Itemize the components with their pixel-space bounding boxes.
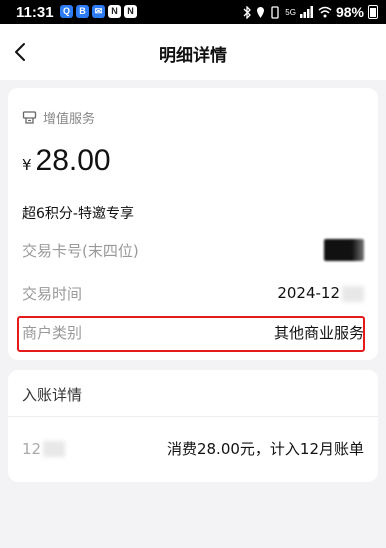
app-notification-icon: N [108,5,121,18]
transaction-detail-card: 增值服务 ¥ 28.00 超6积分-特邀专享 交易卡号(末四位) 交易时间 20… [8,88,378,360]
posting-description: 消费28.00元，计入12月账单 [166,440,364,458]
redacted-time-tail [342,285,364,302]
status-bar: 11:31 Q B ✉ N N 5G 98% [0,0,386,24]
app-notification-icon: N [124,5,137,18]
battery-percent: 98% [335,4,364,20]
highlight-annotation-box [17,316,365,352]
network-type-label: 5G [285,7,296,17]
card-number-label: 交易卡号(末四位) [22,241,139,260]
bluetooth-icon [243,5,252,19]
redacted-card-number [324,239,364,261]
vibrate-icon [271,5,279,19]
posting-detail-title: 入账详情 [22,386,83,404]
mail-notification-icon: ✉ [92,5,105,18]
card-number-row: 交易卡号(末四位) [22,238,364,262]
service-type: 增值服务 [22,108,95,127]
posting-detail-card: 入账详情 12 消费28.00元，计入12月账单 [8,370,378,482]
posting-date: 12 [22,439,66,458]
nav-bar: 明细详情 [0,24,386,80]
posting-date-text: 12 [22,439,42,458]
transaction-time-row: 交易时间 2024-12 [22,281,364,305]
app-notification-icon: Q [60,5,73,18]
status-indicators: 5G 98% [243,4,378,20]
page-title: 明细详情 [159,46,227,66]
location-icon [257,6,265,18]
transaction-time-text: 2024-12 [277,284,340,302]
battery-icon [368,5,378,19]
service-type-label: 增值服务 [43,112,96,127]
transaction-amount: ¥ 28.00 [22,144,111,178]
transaction-time-label: 交易时间 [22,284,83,303]
app-notification-icon: B [76,5,89,18]
transaction-description: 超6积分-特邀专享 [22,206,134,222]
amount-value: 28.00 [35,144,111,177]
divider [8,416,378,417]
notification-icons: Q B ✉ N N [60,5,137,18]
wifi-icon [318,6,332,18]
transaction-time-value: 2024-12 [277,284,364,302]
redacted-date-tail [43,440,66,457]
currency-symbol: ¥ [22,156,32,174]
posting-row: 12 消费28.00元，计入12月账单 [22,438,364,459]
status-time: 11:31 [16,4,54,21]
receipt-icon [22,111,37,124]
signal-icon [299,6,313,18]
